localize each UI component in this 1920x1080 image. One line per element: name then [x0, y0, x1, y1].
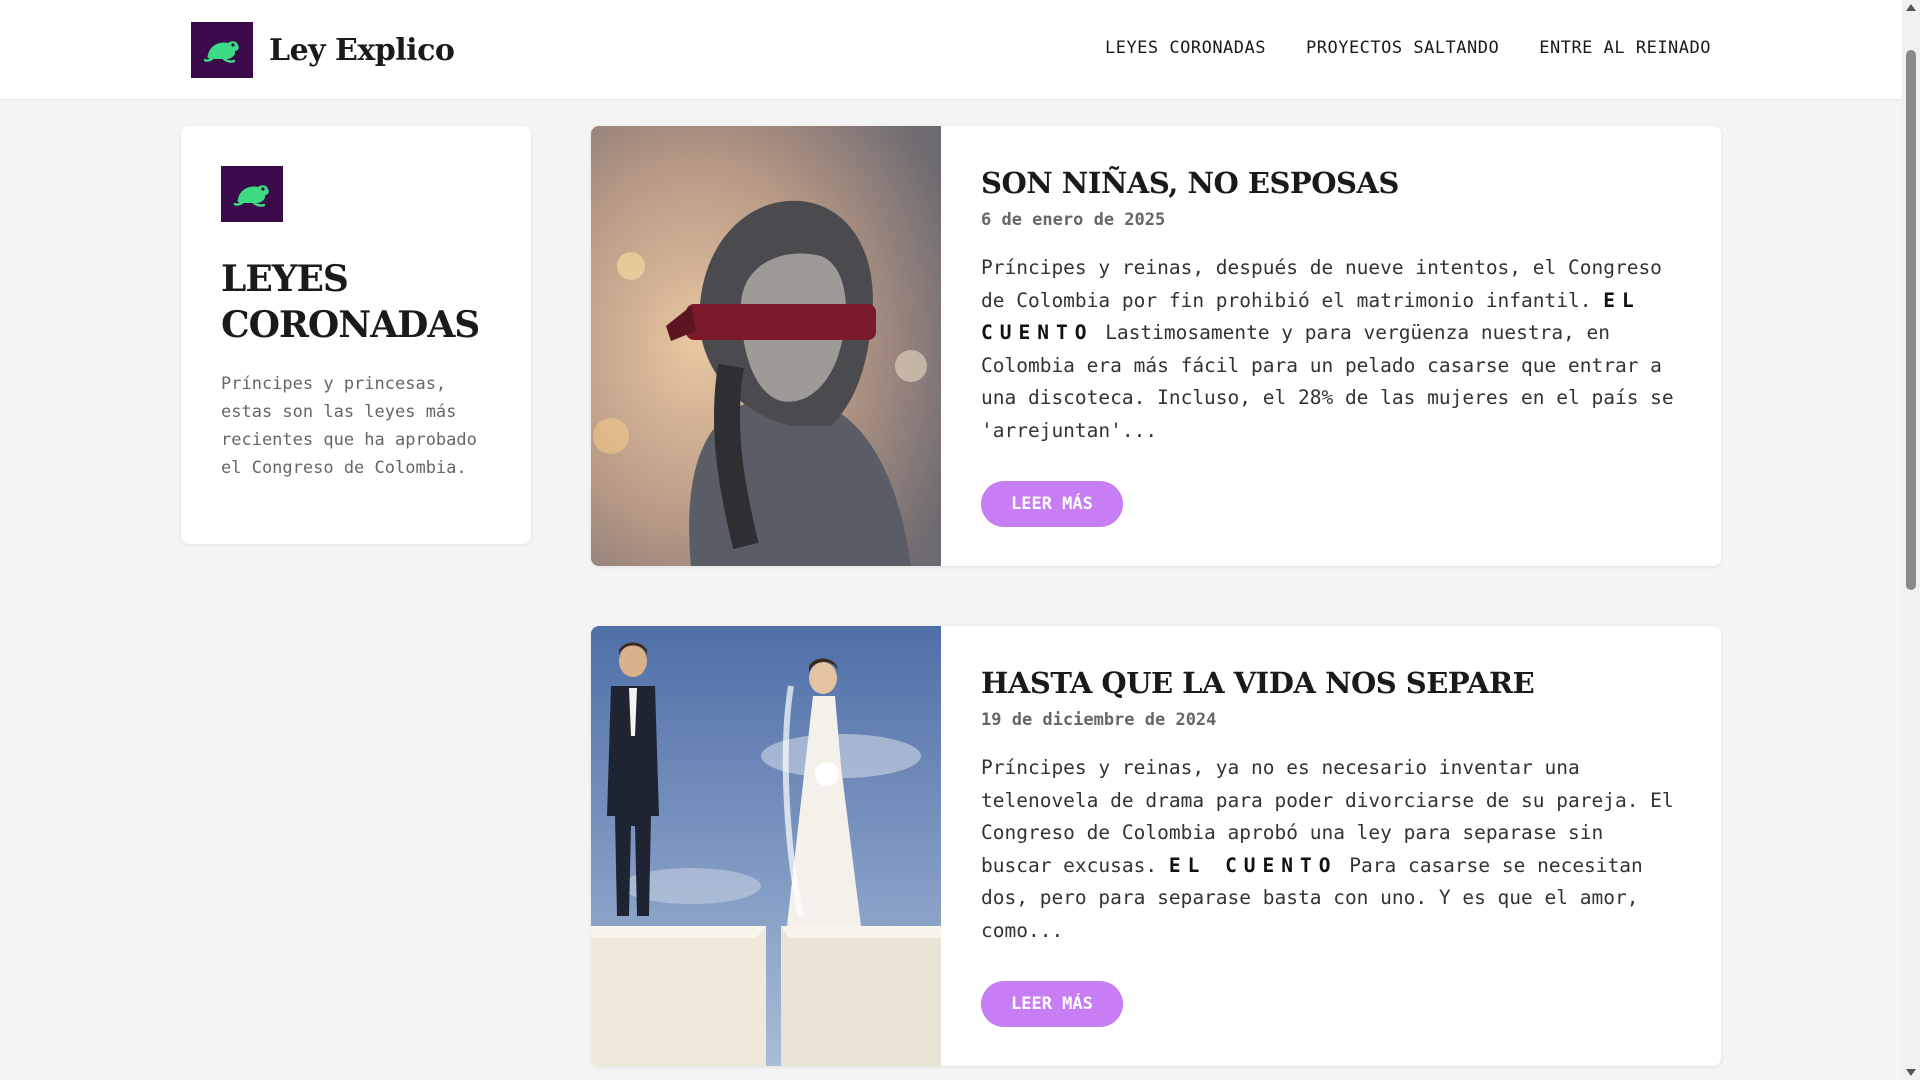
nav-leyes-coronadas[interactable]: LEYES CORONADAS — [1105, 38, 1266, 58]
read-more-button[interactable]: LEER MÁS — [981, 481, 1123, 527]
category-card: LEYES CORONADAS Príncipes y princesas, e… — [181, 126, 531, 544]
post-title[interactable]: HASTA QUE LA VIDA NOS SEPARE — [981, 666, 1681, 700]
post-image[interactable] — [591, 126, 941, 566]
post-card: HASTA QUE LA VIDA NOS SEPARE 19 de dicie… — [591, 626, 1721, 1066]
frog-icon — [221, 166, 283, 222]
main-nav: LEYES CORONADAS PROYECTOS SALTANDO ENTRE… — [1105, 38, 1711, 58]
post-image[interactable] — [591, 626, 941, 1066]
scroll-thumb[interactable] — [1906, 50, 1916, 590]
post-title[interactable]: SON NIÑAS, NO ESPOSAS — [981, 166, 1681, 200]
post-card: SON NIÑAS, NO ESPOSAS 6 de enero de 2025… — [591, 126, 1721, 566]
scroll-up-arrow-icon[interactable] — [1906, 4, 1916, 11]
post-excerpt: Príncipes y reinas, después de nueve int… — [981, 256, 1674, 442]
post-date: 19 de diciembre de 2024 — [981, 710, 1217, 730]
nav-entre-al-reinado[interactable]: ENTRE AL REINADO — [1539, 38, 1711, 58]
brand-link[interactable]: Ley Explico — [191, 22, 455, 78]
page-scrollbar[interactable] — [1902, 0, 1920, 1080]
site-header: Ley Explico LEYES CORONADAS PROYECTOS SA… — [0, 0, 1902, 100]
scroll-down-arrow-icon[interactable] — [1906, 1069, 1916, 1076]
frog-icon — [191, 22, 253, 78]
read-more-button[interactable]: LEER MÁS — [981, 981, 1123, 1027]
nav-proyectos-saltando[interactable]: PROYECTOS SALTANDO — [1306, 38, 1499, 58]
category-title: LEYES CORONADAS — [221, 258, 480, 346]
post-excerpt: Príncipes y reinas, ya no es necesario i… — [981, 756, 1674, 942]
post-date: 6 de enero de 2025 — [981, 210, 1166, 230]
brand-name: Ley Explico — [269, 32, 455, 68]
category-description: Príncipes y princesas, estas son las ley… — [221, 374, 477, 478]
